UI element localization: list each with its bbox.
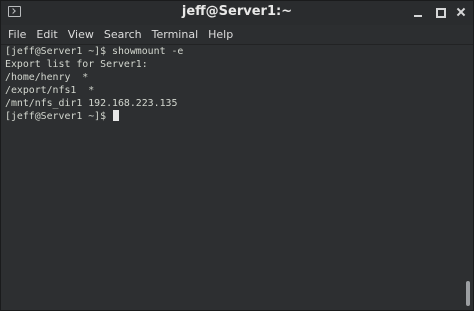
terminal-window: jeff@Server1:~ File Edit View Search Ter…: [0, 0, 474, 311]
menu-edit[interactable]: Edit: [31, 25, 62, 44]
title-bar[interactable]: jeff@Server1:~: [1, 1, 473, 26]
terminal-line: Export list for Server1:: [5, 59, 148, 70]
menu-file[interactable]: File: [1, 25, 31, 44]
minimize-icon[interactable]: [411, 5, 425, 19]
menu-terminal[interactable]: Terminal: [147, 25, 204, 44]
window-title: jeff@Server1:~: [181, 4, 293, 19]
scrollbar-thumb[interactable]: [466, 281, 470, 306]
menu-bar: File Edit View Search Terminal Help: [1, 25, 473, 45]
menu-search[interactable]: Search: [99, 25, 147, 44]
menu-help[interactable]: Help: [203, 25, 238, 44]
terminal-output[interactable]: [jeff@Server1 ~]$ showmount -e Export li…: [1, 45, 464, 310]
terminal-prompt: [jeff@Server1 ~]$: [5, 111, 113, 122]
text-cursor: [113, 110, 120, 121]
terminal-prompt-line: [jeff@Server1 ~]$: [5, 110, 464, 123]
scrollbar[interactable]: [464, 45, 473, 310]
terminal-line: [jeff@Server1 ~]$ showmount -e: [5, 46, 184, 57]
close-icon[interactable]: [454, 5, 468, 19]
terminal-line: /export/nfs1 *: [5, 85, 95, 96]
terminal-line: /mnt/nfs_dir1 192.168.223.135: [5, 98, 178, 109]
maximize-icon[interactable]: [433, 5, 447, 19]
menu-view[interactable]: View: [63, 25, 99, 44]
terminal-line: /home/henry *: [5, 72, 89, 83]
